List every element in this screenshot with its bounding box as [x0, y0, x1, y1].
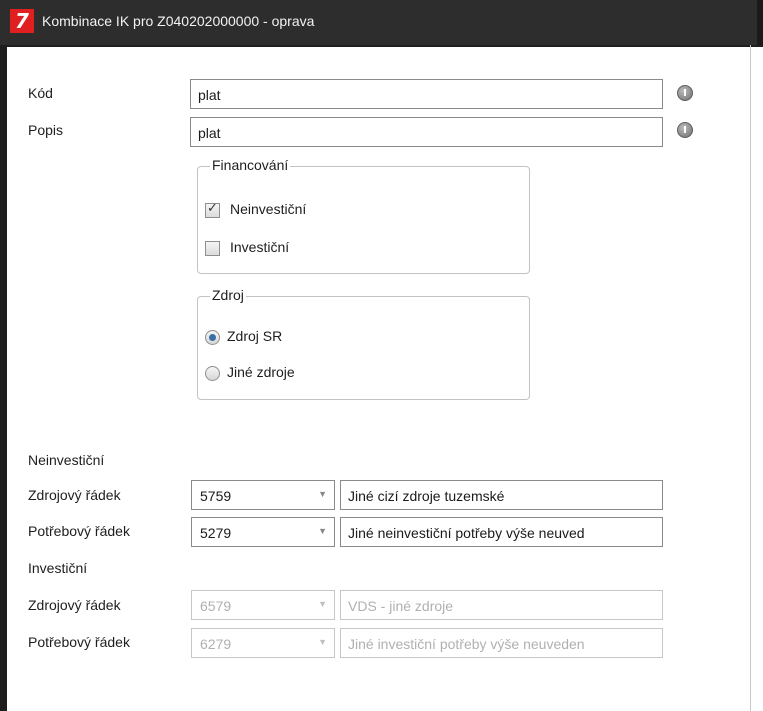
- investicni-heading: Investiční: [28, 560, 88, 576]
- neinvesticni-heading: Neinvestiční: [28, 452, 105, 468]
- app-logo: 7: [10, 9, 34, 33]
- neinvesticni-checkbox-label[interactable]: Neinvestiční: [230, 201, 306, 217]
- financovani-title: Financování: [210, 157, 291, 173]
- inv-zdrojovy-combo: 6579 ▼: [191, 590, 335, 620]
- checkmark-icon: ✓: [207, 201, 218, 216]
- investicni-checkbox-label[interactable]: Investiční: [230, 239, 289, 255]
- neinv-zdrojovy-description[interactable]: Jiné cizí zdroje tuzemské: [340, 480, 663, 510]
- window-title: Kombinace IK pro Z040202000000 - oprava: [42, 13, 315, 29]
- neinv-zdrojovy-code: 5759: [200, 488, 232, 504]
- popis-label: Popis: [28, 122, 64, 138]
- inv-zdrojovy-description: VDS - jiné zdroje: [340, 590, 663, 620]
- chevron-down-icon: ▼: [318, 599, 327, 609]
- inv-potrebovy-description: Jiné investiční potřeby výše neuveden: [340, 628, 663, 658]
- inv-potrebovy-combo: 6279 ▼: [191, 628, 335, 658]
- jine-zdroje-radio[interactable]: [205, 366, 220, 381]
- inv-zdrojovy-code: 6579: [200, 598, 232, 614]
- zdroj-group: [197, 296, 530, 400]
- neinv-potrebovy-combo[interactable]: 5279 ▼: [191, 517, 335, 547]
- neinv-potrebovy-label: Potřebový řádek: [28, 523, 130, 539]
- jine-zdroje-label[interactable]: Jiné zdroje: [227, 364, 295, 380]
- kod-input[interactable]: plat: [190, 79, 663, 109]
- inv-zdrojovy-label: Zdrojový řádek: [28, 597, 121, 613]
- popis-info-icon[interactable]: [677, 122, 693, 138]
- neinv-zdrojovy-combo[interactable]: 5759 ▼: [191, 480, 335, 510]
- neinv-zdrojovy-label: Zdrojový řádek: [28, 487, 121, 503]
- chevron-down-icon: ▼: [318, 526, 327, 536]
- chevron-down-icon: ▼: [318, 489, 327, 499]
- window-titlebar: 7 Kombinace IK pro Z040202000000 - oprav…: [0, 0, 763, 47]
- titlebar-edge: [757, 0, 763, 45]
- financovani-group: [197, 166, 530, 274]
- neinvesticni-checkbox[interactable]: ✓: [205, 201, 220, 218]
- kod-info-icon[interactable]: [677, 85, 693, 101]
- neinv-potrebovy-code: 5279: [200, 525, 232, 541]
- kod-label: Kód: [28, 85, 53, 101]
- inv-potrebovy-label: Potřebový řádek: [28, 634, 130, 650]
- inv-potrebovy-code: 6279: [200, 636, 232, 652]
- zdroj-sr-label[interactable]: Zdroj SR: [227, 328, 282, 344]
- investicni-checkbox[interactable]: [205, 241, 220, 256]
- window-left-border: [0, 45, 7, 711]
- neinv-potrebovy-description[interactable]: Jiné neinvestiční potřeby výše neuved: [340, 517, 663, 547]
- popis-input[interactable]: plat: [190, 117, 663, 147]
- chevron-down-icon: ▼: [318, 637, 327, 647]
- panel-divider: [750, 45, 751, 711]
- zdroj-sr-radio[interactable]: [205, 330, 220, 345]
- zdroj-title: Zdroj: [210, 287, 246, 303]
